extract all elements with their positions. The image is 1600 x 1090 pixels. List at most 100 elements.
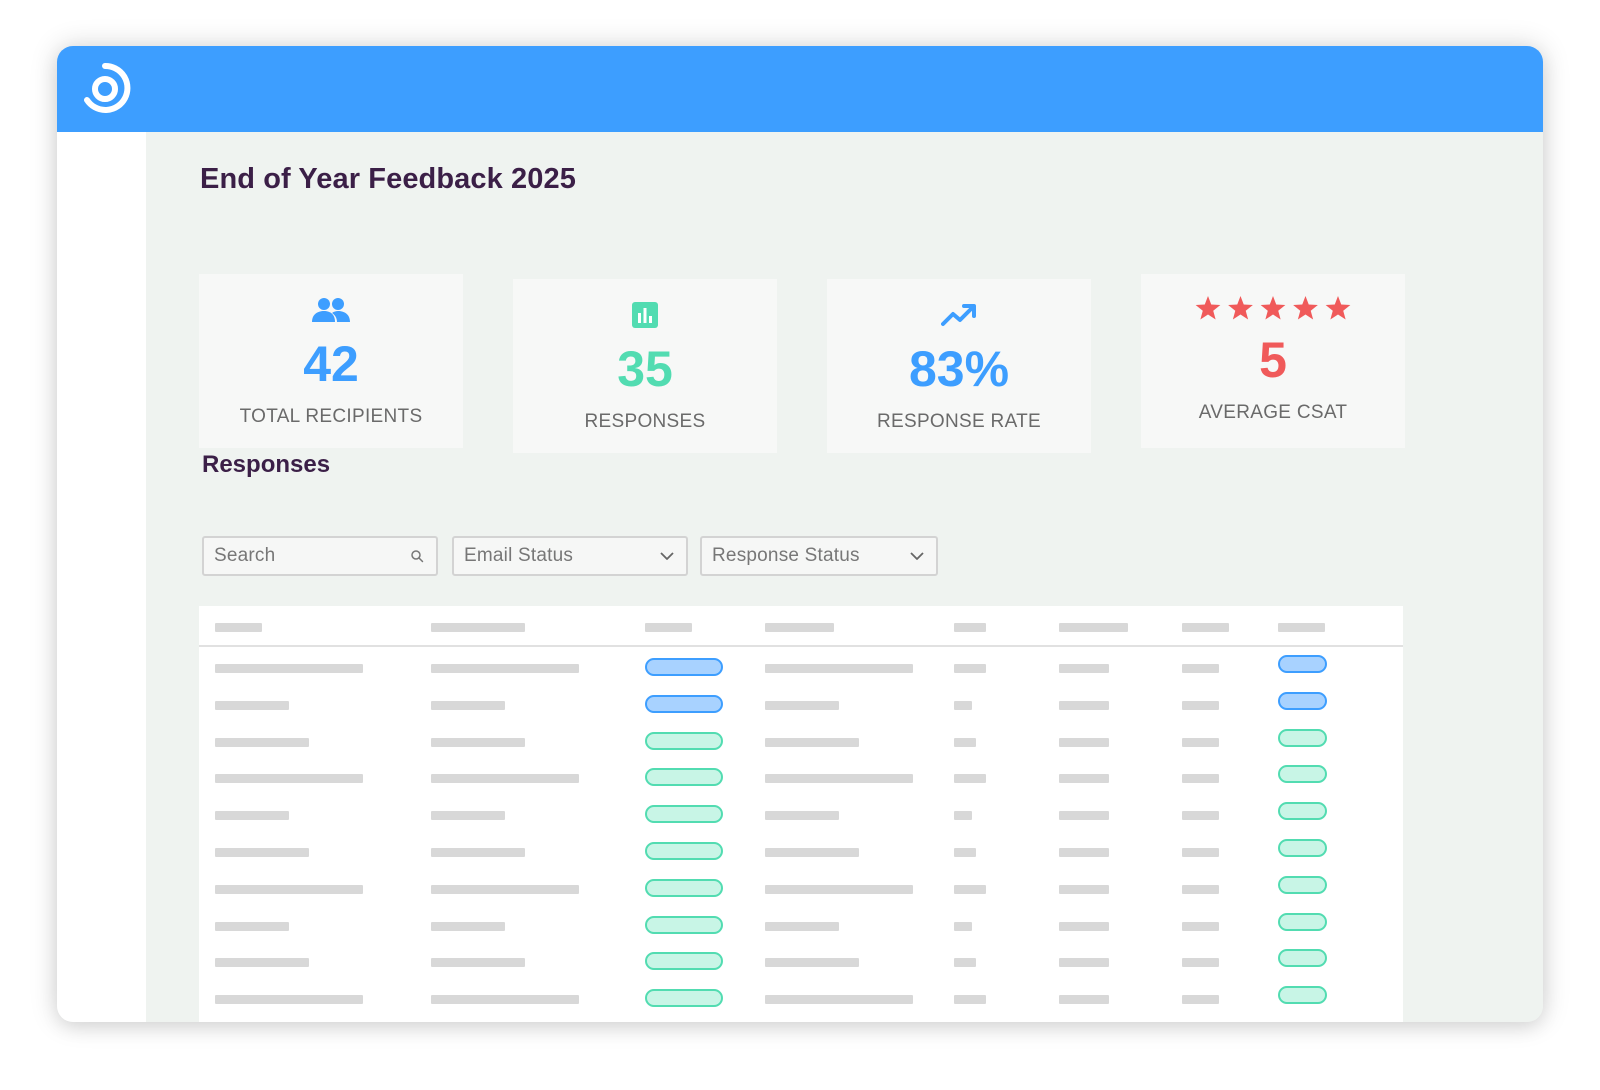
column-header[interactable] [954, 623, 986, 632]
table-cell [1059, 811, 1109, 821]
response-status-badge [1278, 839, 1327, 857]
email-status-dropdown[interactable]: Email Status [452, 536, 688, 576]
table-cell [1182, 700, 1219, 710]
table-cell [954, 921, 972, 931]
table-cell [1182, 958, 1219, 968]
stat-card-responses: 35 RESPONSES [513, 279, 777, 453]
table-cell [1182, 774, 1219, 784]
column-header[interactable] [645, 623, 692, 632]
table-cell [765, 884, 913, 894]
stat-value: 42 [303, 336, 359, 392]
table-cell [215, 664, 363, 673]
table-cell [431, 700, 505, 710]
table-cell [765, 958, 859, 968]
column-header[interactable] [1182, 623, 1229, 632]
star-icon [1195, 296, 1221, 320]
table-cell [954, 737, 976, 747]
table-cell [1182, 884, 1219, 894]
brand-logo-icon[interactable] [79, 62, 131, 114]
people-icon [199, 294, 463, 326]
table-cell [954, 774, 986, 784]
star-rating-icon [1141, 292, 1405, 324]
response-status-dropdown[interactable]: Response Status [700, 536, 938, 576]
email-status-badge [645, 915, 723, 934]
table-cell [1059, 848, 1109, 857]
table-cell [765, 664, 913, 673]
email-status-badge [645, 842, 723, 860]
star-icon [1260, 296, 1286, 320]
table-cell [431, 995, 579, 1005]
stat-card-average-csat: 5 AVERAGE CSAT [1141, 274, 1405, 448]
response-status-badge [1278, 986, 1327, 1005]
table-cell [215, 700, 289, 710]
table-cell [431, 848, 525, 857]
email-status-label: Email Status [464, 545, 574, 566]
table-cell [215, 737, 309, 747]
table-cell [1059, 921, 1109, 931]
search-icon [408, 547, 426, 565]
email-status-badge [645, 989, 723, 1008]
table-cell [431, 774, 579, 784]
table-cell [954, 995, 986, 1005]
response-status-label: Response Status [712, 545, 860, 566]
column-header[interactable] [431, 623, 525, 632]
table-cell [431, 921, 505, 931]
table-cell [215, 995, 363, 1005]
stat-card-response-rate: 83% RESPONSE RATE [827, 279, 1091, 453]
table-cell [954, 700, 972, 710]
stat-card-total-recipients: 42 TOTAL RECIPIENTS [199, 274, 463, 448]
table-cell [1182, 811, 1219, 821]
responses-table [199, 606, 1403, 1022]
table-cell [1059, 664, 1109, 673]
table-cell [431, 811, 505, 821]
response-status-badge [1278, 912, 1327, 931]
table-cell [1059, 737, 1109, 747]
email-status-badge [645, 658, 723, 676]
table-cell [1059, 774, 1109, 784]
table-cell [1059, 995, 1109, 1005]
column-header[interactable] [765, 623, 834, 632]
table-cell [765, 811, 839, 821]
table-cell [954, 811, 972, 821]
table-cell [1182, 737, 1219, 747]
section-title-responses: Responses [202, 451, 331, 478]
chevron-down-icon [658, 547, 676, 565]
table-cell [215, 774, 363, 784]
table-cell [765, 774, 913, 784]
table-cell [765, 700, 839, 710]
table-cell [1059, 700, 1109, 710]
search-input[interactable]: Search [202, 536, 438, 576]
table-cell [765, 995, 913, 1005]
stat-value: 5 [1259, 332, 1287, 388]
table-cell [1059, 884, 1109, 894]
star-icon [1325, 296, 1351, 320]
sidebar [57, 132, 146, 1022]
table-cell [1182, 921, 1219, 931]
response-status-badge [1278, 655, 1327, 673]
table-cell [431, 958, 525, 968]
app-window: End of Year Feedback 2025 42 TOTAL RECIP… [57, 46, 1543, 1022]
column-header[interactable] [1278, 623, 1325, 632]
table-cell [1182, 848, 1219, 857]
column-header[interactable] [1059, 623, 1128, 632]
table-cell [765, 921, 839, 931]
table-cell [215, 848, 309, 857]
response-status-badge [1278, 875, 1327, 894]
stat-label: AVERAGE CSAT [1198, 402, 1348, 423]
main-content: End of Year Feedback 2025 42 TOTAL RECIP… [146, 132, 1543, 1022]
column-header[interactable] [215, 623, 262, 632]
table-cell [765, 848, 859, 857]
table-cell [954, 884, 986, 894]
response-status-badge [1278, 802, 1327, 821]
chevron-down-icon [908, 547, 926, 565]
table-cell [1059, 958, 1109, 968]
table-cell [431, 737, 525, 747]
email-status-badge [645, 768, 723, 787]
search-placeholder: Search [214, 545, 276, 566]
table-cell [431, 664, 579, 673]
stat-value: 35 [617, 341, 673, 397]
table-cell [954, 664, 986, 673]
table-header [199, 606, 1403, 647]
top-bar [57, 46, 1543, 132]
email-status-badge [645, 694, 723, 713]
